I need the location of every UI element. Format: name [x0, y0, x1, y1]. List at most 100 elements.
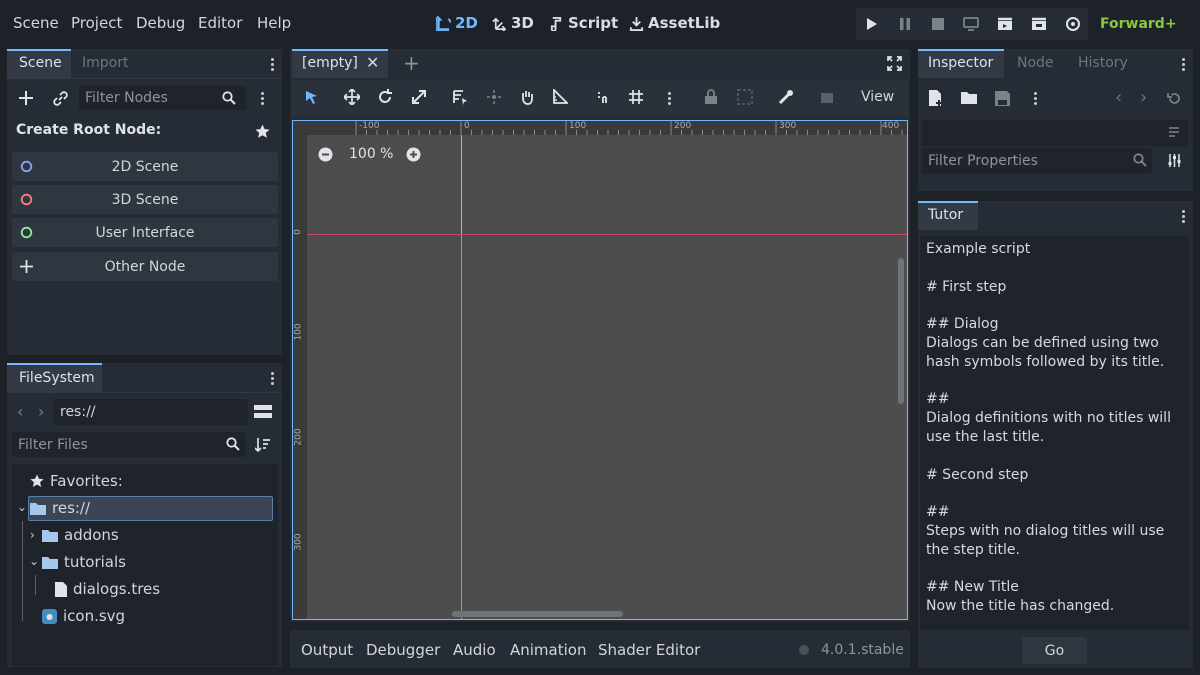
inspector-options-icon[interactable] [1034, 90, 1038, 107]
filter-properties-input[interactable]: Filter Properties [922, 148, 1152, 174]
zoom-out-button[interactable] [317, 146, 333, 162]
new-tab-icon[interactable]: + [403, 51, 420, 75]
tab-audio[interactable]: Audio [453, 641, 496, 659]
tab-scene[interactable]: Scene [19, 55, 62, 71]
scene-options-icon[interactable] [261, 90, 265, 107]
pivot-mode-icon[interactable] [485, 88, 503, 106]
tab-animation[interactable]: Animation [510, 641, 586, 659]
group-icon[interactable] [736, 88, 754, 106]
renderer-selector[interactable]: Forward+ [1100, 16, 1177, 32]
filesystem-menu-icon[interactable] [271, 370, 275, 387]
forward-arrow-icon[interactable]: › [38, 402, 44, 421]
play-button[interactable] [857, 8, 887, 40]
create-root-label: Create Root Node: [16, 122, 162, 138]
list-item[interactable]: res:// [30, 499, 90, 517]
history-forward-icon[interactable]: › [1140, 87, 1147, 108]
remote-debug-button[interactable] [956, 8, 986, 40]
list-select-icon[interactable] [451, 88, 469, 106]
pause-button[interactable] [890, 8, 920, 40]
object-selector[interactable] [922, 120, 1188, 146]
open-folder-icon[interactable] [961, 90, 977, 106]
tab-debugger[interactable]: Debugger [366, 641, 440, 659]
add-node-button[interactable] [17, 89, 35, 107]
menu-project[interactable]: Project [71, 14, 122, 32]
tab-inspector[interactable]: Inspector [928, 55, 993, 71]
menu-editor[interactable]: Editor [198, 14, 242, 32]
object-properties-icon[interactable] [1166, 124, 1182, 140]
list-item[interactable]: icon.svg [42, 607, 125, 625]
fullscreen-icon[interactable] [886, 55, 902, 71]
root-other-node-button[interactable]: Other Node [12, 252, 278, 281]
camera-override-icon[interactable] [818, 88, 836, 106]
ruler-mode-icon[interactable] [551, 88, 569, 106]
settings-icon[interactable] [1166, 152, 1182, 168]
inspector-menu-icon[interactable] [1182, 56, 1186, 73]
smart-snap-icon[interactable] [594, 88, 612, 106]
chevron-down-icon[interactable]: ⌄ [17, 500, 27, 514]
menu-debug[interactable]: Debug [136, 14, 185, 32]
root-user-interface-button[interactable]: User Interface [12, 218, 278, 247]
scene-dock-menu-icon[interactable] [271, 56, 275, 73]
sort-icon[interactable] [254, 436, 270, 452]
skeleton-icon[interactable] [777, 88, 795, 106]
new-resource-icon[interactable] [928, 90, 944, 106]
vertical-scrollbar[interactable] [898, 258, 904, 404]
filter-files-placeholder: Filter Files [18, 436, 88, 453]
movie-maker-button[interactable] [1058, 8, 1088, 40]
control-icon [20, 226, 33, 239]
root-2d-scene-button[interactable]: 2D Scene [12, 152, 278, 181]
grid-snap-icon[interactable] [627, 88, 645, 106]
file-label: dialogs.tres [73, 580, 161, 598]
tab-history[interactable]: History [1078, 55, 1128, 71]
list-item[interactable]: addons [42, 526, 119, 544]
chevron-right-icon[interactable]: › [30, 528, 35, 542]
filesystem-path-input[interactable]: res:// [54, 399, 248, 425]
tab-output[interactable]: Output [301, 641, 353, 659]
tab-node[interactable]: Node [1017, 55, 1054, 71]
workspace-2d[interactable]: 2D [436, 14, 478, 32]
workspace-assetlib[interactable]: AssetLib [629, 14, 720, 32]
list-item[interactable]: tutorials [42, 553, 126, 571]
root-3d-scene-button[interactable]: 3D Scene [12, 185, 278, 214]
filter-files-input[interactable]: Filter Files [12, 432, 246, 457]
tab-import[interactable]: Import [82, 55, 128, 71]
workspace-script[interactable]: Script [549, 14, 618, 32]
view-menu-button[interactable]: View [861, 89, 894, 105]
menu-scene[interactable]: Scene [13, 14, 59, 32]
play-scene-button[interactable] [990, 8, 1020, 40]
move-mode-icon[interactable] [343, 88, 361, 106]
tab-tutor[interactable]: Tutor [928, 207, 963, 223]
favorite-star-icon[interactable] [254, 123, 270, 139]
canvas-viewport[interactable] [292, 120, 908, 620]
list-item[interactable]: dialogs.tres [55, 580, 160, 598]
lock-icon[interactable] [702, 88, 720, 106]
workspace-3d[interactable]: 3D [492, 14, 534, 32]
snap-options-icon[interactable] [668, 90, 672, 107]
chevron-down-icon[interactable]: ⌄ [29, 554, 39, 568]
instantiate-scene-button[interactable] [51, 89, 69, 107]
tab-empty-scene[interactable]: [empty] [302, 55, 358, 71]
scale-mode-icon[interactable] [410, 88, 428, 106]
pan-mode-icon[interactable] [518, 88, 536, 106]
back-arrow-icon[interactable]: ‹ [17, 402, 23, 421]
select-mode-icon[interactable] [302, 88, 320, 106]
zoom-in-button[interactable] [405, 146, 421, 162]
tutor-menu-icon[interactable] [1182, 208, 1186, 225]
history-back-icon[interactable]: ‹ [1115, 87, 1122, 108]
save-icon[interactable] [994, 90, 1010, 106]
close-icon[interactable]: ✕ [366, 53, 379, 72]
menu-help[interactable]: Help [257, 14, 291, 32]
go-button[interactable]: Go [1022, 637, 1087, 664]
tab-filesystem[interactable]: FileSystem [19, 370, 95, 386]
horizontal-scrollbar[interactable] [452, 611, 623, 617]
play-custom-scene-button[interactable] [1024, 8, 1054, 40]
stop-button[interactable] [923, 8, 953, 40]
history-icon[interactable] [1166, 90, 1182, 106]
search-icon [225, 436, 241, 452]
tutor-line: ## [926, 504, 950, 521]
tab-shader-editor[interactable]: Shader Editor [598, 641, 700, 659]
list-view-toggle[interactable] [254, 403, 272, 421]
zoom-level[interactable]: 100 % [349, 146, 393, 162]
rotate-mode-icon[interactable] [376, 88, 394, 106]
favorites-row[interactable]: Favorites: [30, 472, 123, 490]
